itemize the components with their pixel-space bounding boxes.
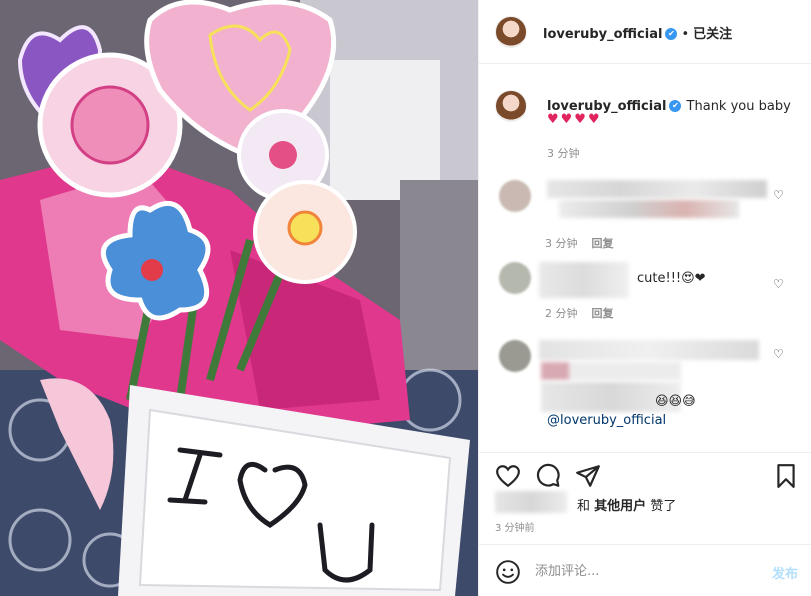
photo-illustration bbox=[0, 0, 478, 596]
bookmark-icon[interactable] bbox=[773, 463, 799, 489]
mention-link[interactable]: @loveruby_official bbox=[547, 413, 666, 428]
comment-meta: 3 分钟 回复 bbox=[545, 232, 614, 251]
caption-avatar[interactable] bbox=[495, 90, 527, 122]
comment-text: cute!!!😍❤ bbox=[637, 271, 706, 286]
comment-avatar[interactable] bbox=[499, 262, 531, 294]
owner-avatar[interactable] bbox=[495, 16, 527, 48]
follow-status-button[interactable]: 已关注 bbox=[693, 27, 732, 42]
caption-hearts: ♥♥♥♥ bbox=[547, 112, 602, 127]
reply-button[interactable]: 回复 bbox=[592, 307, 614, 320]
likes-connector: 和 bbox=[577, 499, 591, 514]
post-photo[interactable] bbox=[0, 0, 478, 596]
comment-emoji: 😆😆😅 bbox=[655, 394, 696, 409]
post-comment-button[interactable]: 发布 bbox=[772, 563, 798, 582]
blurred-comment-text bbox=[547, 180, 767, 198]
blurred-comment-text bbox=[559, 200, 739, 218]
blurred-liker-avatars bbox=[495, 491, 567, 513]
comment-time: 3 分钟 bbox=[545, 237, 578, 250]
likes-others[interactable]: 其他用户 bbox=[594, 499, 646, 514]
smiley-icon[interactable] bbox=[495, 559, 521, 585]
comment-icon[interactable] bbox=[535, 463, 561, 489]
reply-button[interactable]: 回复 bbox=[592, 237, 614, 250]
blurred-comment-username bbox=[539, 262, 629, 298]
blurred-comment-text bbox=[541, 362, 681, 380]
share-icon[interactable] bbox=[575, 463, 601, 489]
caption-time: 3 分钟 bbox=[547, 147, 580, 160]
comment-avatar[interactable] bbox=[499, 340, 531, 372]
heart-icon[interactable] bbox=[495, 463, 521, 489]
comment-meta: 2 分钟 回复 bbox=[545, 302, 614, 321]
header-username[interactable]: loveruby_official bbox=[543, 27, 662, 42]
comment-time: 2 分钟 bbox=[545, 307, 578, 320]
add-comment-input[interactable] bbox=[535, 561, 755, 581]
comment-avatar[interactable] bbox=[499, 180, 531, 212]
verified-badge-icon: ✔ bbox=[665, 27, 678, 40]
comment-like-heart-icon[interactable]: ♡ bbox=[773, 188, 784, 202]
caption-text: Thank you baby bbox=[686, 99, 791, 114]
likes-summary[interactable]: 和 其他用户 赞了 bbox=[577, 495, 676, 514]
post-side-panel: loveruby_official ✔ • 已关注 loveruby_official… bbox=[478, 0, 811, 596]
post-time-ago: 3 分钟前 bbox=[495, 523, 535, 534]
likes-suffix: 赞了 bbox=[650, 499, 677, 514]
blurred-comment-text bbox=[539, 340, 759, 360]
header-separator: • bbox=[681, 27, 690, 42]
add-comment-bar: 发布 bbox=[479, 544, 811, 596]
comment-like-heart-icon[interactable]: ♡ bbox=[773, 277, 784, 291]
comment-like-heart-icon[interactable]: ♡ bbox=[773, 347, 784, 361]
verified-badge-icon: ✔ bbox=[669, 99, 682, 112]
post-header: loveruby_official ✔ • 已关注 bbox=[479, 0, 811, 64]
